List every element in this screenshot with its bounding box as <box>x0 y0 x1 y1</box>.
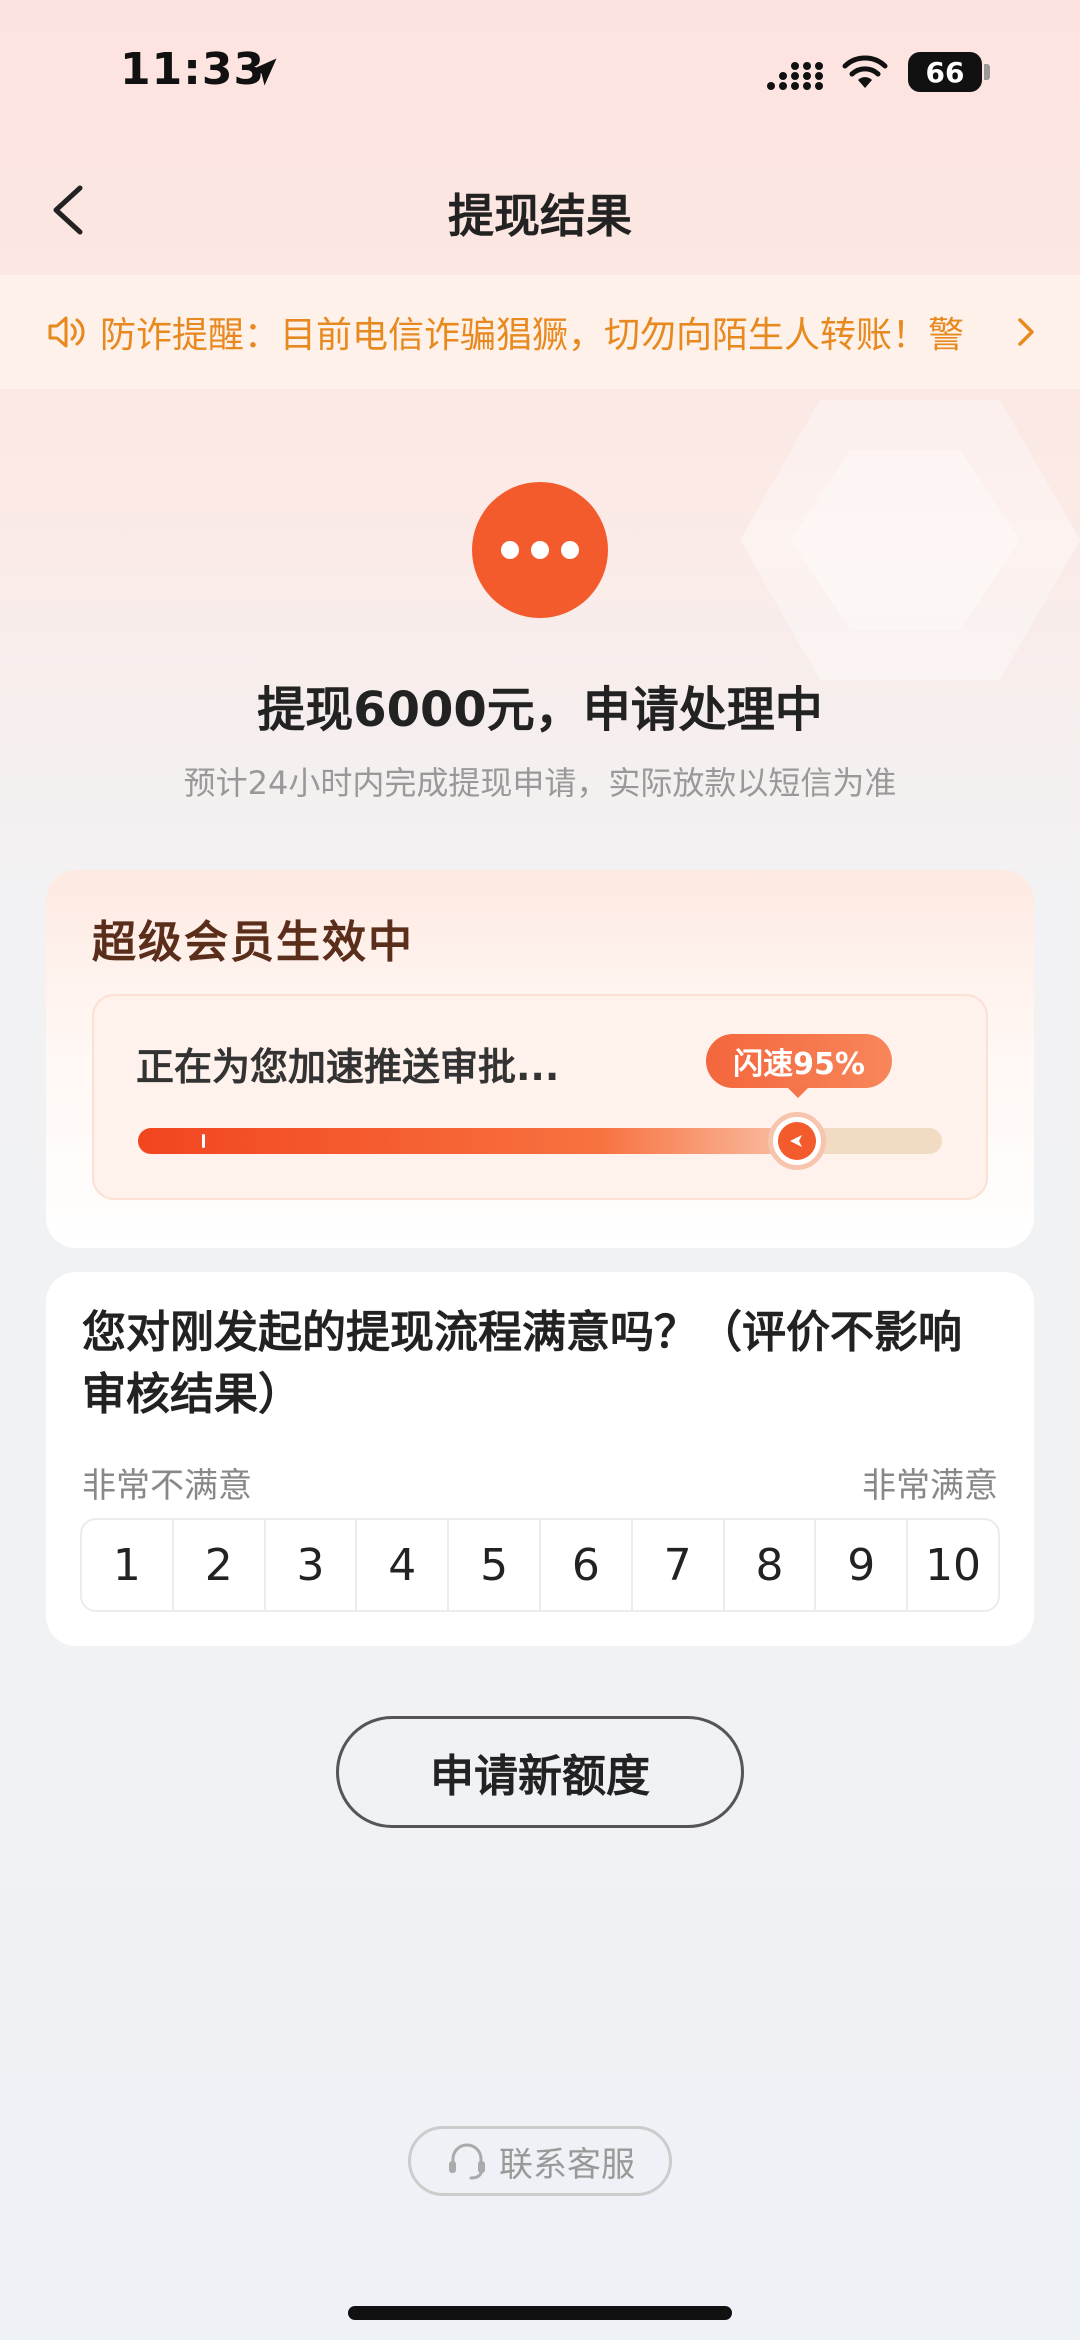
rating-option-4[interactable]: 4 <box>357 1520 450 1610</box>
status-bar: 11:33 66 <box>0 0 1080 150</box>
contact-service-button[interactable]: 联系客服 <box>408 2126 672 2196</box>
accelerate-panel: 正在为您加速推送审批... 闪速95% <box>92 994 988 1200</box>
headset-icon <box>449 2143 485 2180</box>
chevron-right-icon <box>1018 318 1034 346</box>
survey-question: 您对刚发起的提现流程满意吗？（评价不影响审核结果） <box>82 1307 962 1420</box>
scale-label-max: 非常满意 <box>862 1466 998 1506</box>
battery-indicator: 66 <box>908 52 982 92</box>
speed-badge: 闪速95% <box>706 1034 892 1088</box>
page-title: 提现结果 <box>448 189 632 243</box>
rating-option-7[interactable]: 7 <box>633 1520 725 1610</box>
rating-option-3[interactable]: 3 <box>266 1520 358 1610</box>
super-member-card: 超级会员生效中 正在为您加速推送审批... 闪速95% <box>46 870 1034 1248</box>
rating-option-6[interactable]: 6 <box>541 1520 633 1610</box>
wifi-icon <box>842 55 888 88</box>
status-time: 11:33 <box>120 44 266 95</box>
rating-scale: 1 2 3 4 5 6 7 8 9 10 <box>80 1518 1000 1612</box>
home-indicator[interactable] <box>348 2306 732 2320</box>
rating-option-8[interactable]: 8 <box>725 1520 817 1610</box>
processing-icon <box>472 482 608 618</box>
progress-track <box>138 1112 942 1170</box>
result-title: 提现6000元，申请处理中 <box>257 682 823 738</box>
contact-label: 联系客服 <box>499 2144 635 2185</box>
satisfaction-survey: 您对刚发起的提现流程满意吗？（评价不影响审核结果） 非常不满意 非常满意 1 2… <box>46 1272 1034 1646</box>
rating-option-2[interactable]: 2 <box>174 1520 266 1610</box>
push-status-text: 正在为您加速推送审批... <box>136 1045 560 1089</box>
rating-option-10[interactable]: 10 <box>908 1520 998 1610</box>
cellular-signal-icon <box>767 62 823 90</box>
rating-option-9[interactable]: 9 <box>816 1520 909 1610</box>
member-title: 超级会员生效中 <box>92 917 414 968</box>
badge-pointer <box>786 1086 810 1098</box>
progress-knob <box>768 1112 827 1170</box>
notice-text: 防诈提醒：目前电信诈骗猖獗，切勿向陌生人转账！警 <box>100 315 965 356</box>
rating-option-5[interactable]: 5 <box>449 1520 541 1610</box>
battery-cap <box>984 64 990 80</box>
apply-new-limit-button[interactable]: 申请新额度 <box>336 1716 744 1828</box>
result-subtitle: 预计24小时内完成提现申请，实际放款以短信为准 <box>183 764 897 802</box>
anti-fraud-notice[interactable]: 防诈提醒：目前电信诈骗猖獗，切勿向陌生人转账！警 <box>0 275 1080 389</box>
progress-fill <box>138 1128 798 1154</box>
rating-option-1[interactable]: 1 <box>82 1520 174 1610</box>
speaker-icon <box>48 316 85 348</box>
scale-label-min: 非常不满意 <box>82 1466 252 1506</box>
location-arrow-icon <box>249 58 277 86</box>
decorative-hexagon <box>740 400 1080 680</box>
rocket-icon <box>790 1135 803 1147</box>
